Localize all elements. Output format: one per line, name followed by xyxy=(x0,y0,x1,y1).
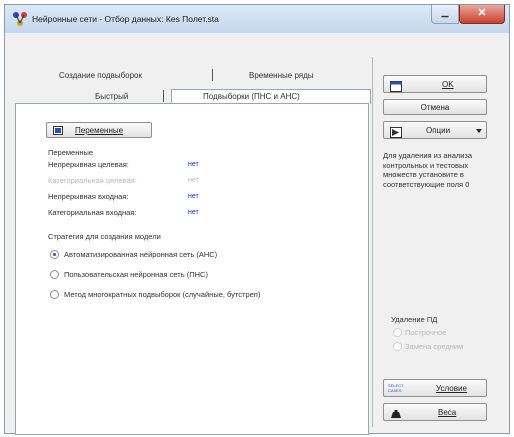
options-button-label: Опции xyxy=(426,126,451,135)
strategy-pns-label[interactable]: Пользовательская нейронная сеть (ПНС) xyxy=(64,270,208,279)
strategy-resampling-radio[interactable] xyxy=(50,290,59,299)
tab-panel: Переменные Переменные Непрерывная целева… xyxy=(15,103,369,435)
help-note: Для удаления из анализа контрольных и те… xyxy=(383,151,473,189)
md-mean-substitution-label[interactable]: Замена средним xyxy=(405,342,463,351)
weight-icon xyxy=(391,410,401,418)
ok-button-label: OK xyxy=(442,80,454,89)
chevron-down-icon xyxy=(476,129,482,133)
variables-button-label: Переменные xyxy=(75,126,124,135)
tab-separator xyxy=(163,90,164,102)
continuous-input-label: Непрерывная входная: xyxy=(48,192,129,201)
select-cases-icon: SELECT CASES xyxy=(388,383,404,393)
tab-subsamples-pns-ans[interactable]: Подвыборки (ПНС и АНС) xyxy=(203,92,300,101)
tab-quick[interactable]: Быстрый xyxy=(95,92,128,101)
options-button[interactable]: Опции xyxy=(383,121,487,139)
dialog-client: Создание подвыборок Временные ряды Быстр… xyxy=(9,35,505,435)
minimize-button[interactable]: ▁ xyxy=(431,5,459,24)
strategy-heading: Стратегия для создания модели xyxy=(48,232,161,241)
categorical-target-value: нет xyxy=(188,177,199,184)
neural-network-icon xyxy=(13,12,27,26)
continuous-target-label: Непрерывная целевая: xyxy=(48,160,129,169)
tab-subsampling[interactable]: Создание подвыборок xyxy=(59,71,142,80)
ok-button[interactable]: OK xyxy=(383,75,487,93)
strategy-ans-label[interactable]: Автоматизированная нейронная сеть (АНС) xyxy=(64,250,217,259)
window-title: Нейронные сети - Отбор данных: Кеs Полет… xyxy=(32,14,219,24)
right-divider xyxy=(372,57,373,427)
cancel-button-label: Отмена xyxy=(420,103,450,112)
md-casewise-label[interactable]: Построчное xyxy=(405,328,446,337)
options-icon xyxy=(390,127,402,138)
weights-button-label: Веса xyxy=(438,408,457,417)
md-casewise-radio[interactable] xyxy=(393,328,402,337)
cancel-button[interactable]: Отмена xyxy=(383,99,487,115)
continuous-target-value: нет xyxy=(188,161,199,168)
md-heading: Удаление ПД xyxy=(391,315,438,324)
categorical-target-label: Категориальная целевая: xyxy=(48,176,137,185)
tab-separator xyxy=(212,69,213,81)
categorical-input-value: нет xyxy=(188,209,199,216)
right-button-column: OK Отмена Опции Для удаления из анализа … xyxy=(383,75,505,431)
condition-button[interactable]: SELECT CASES Условие xyxy=(383,379,487,397)
variables-icon xyxy=(53,126,63,135)
strategy-ans-radio[interactable] xyxy=(50,250,59,259)
condition-button-label: Условие xyxy=(436,384,467,393)
strategy-resampling-label[interactable]: Метод многократных подвыборок (случайные… xyxy=(64,290,260,299)
ok-icon xyxy=(390,81,402,92)
categorical-input-label: Категориальная входная: xyxy=(48,208,137,217)
strategy-pns-radio[interactable] xyxy=(50,270,59,279)
continuous-input-value: нет xyxy=(188,193,199,200)
variables-button[interactable]: Переменные xyxy=(46,122,152,138)
close-button[interactable]: ✕ xyxy=(459,5,505,24)
tab-time-series[interactable]: Временные ряды xyxy=(249,71,314,80)
variables-heading: Переменные xyxy=(48,148,94,157)
tab-area: Создание подвыборок Временные ряды Быстр… xyxy=(15,57,371,435)
weights-button[interactable]: Веса xyxy=(383,403,487,421)
title-bar[interactable]: Нейронные сети - Отбор данных: Кеs Полет… xyxy=(5,5,509,33)
md-mean-substitution-radio[interactable] xyxy=(393,342,402,351)
app-window: Нейронные сети - Отбор данных: Кеs Полет… xyxy=(4,4,510,435)
